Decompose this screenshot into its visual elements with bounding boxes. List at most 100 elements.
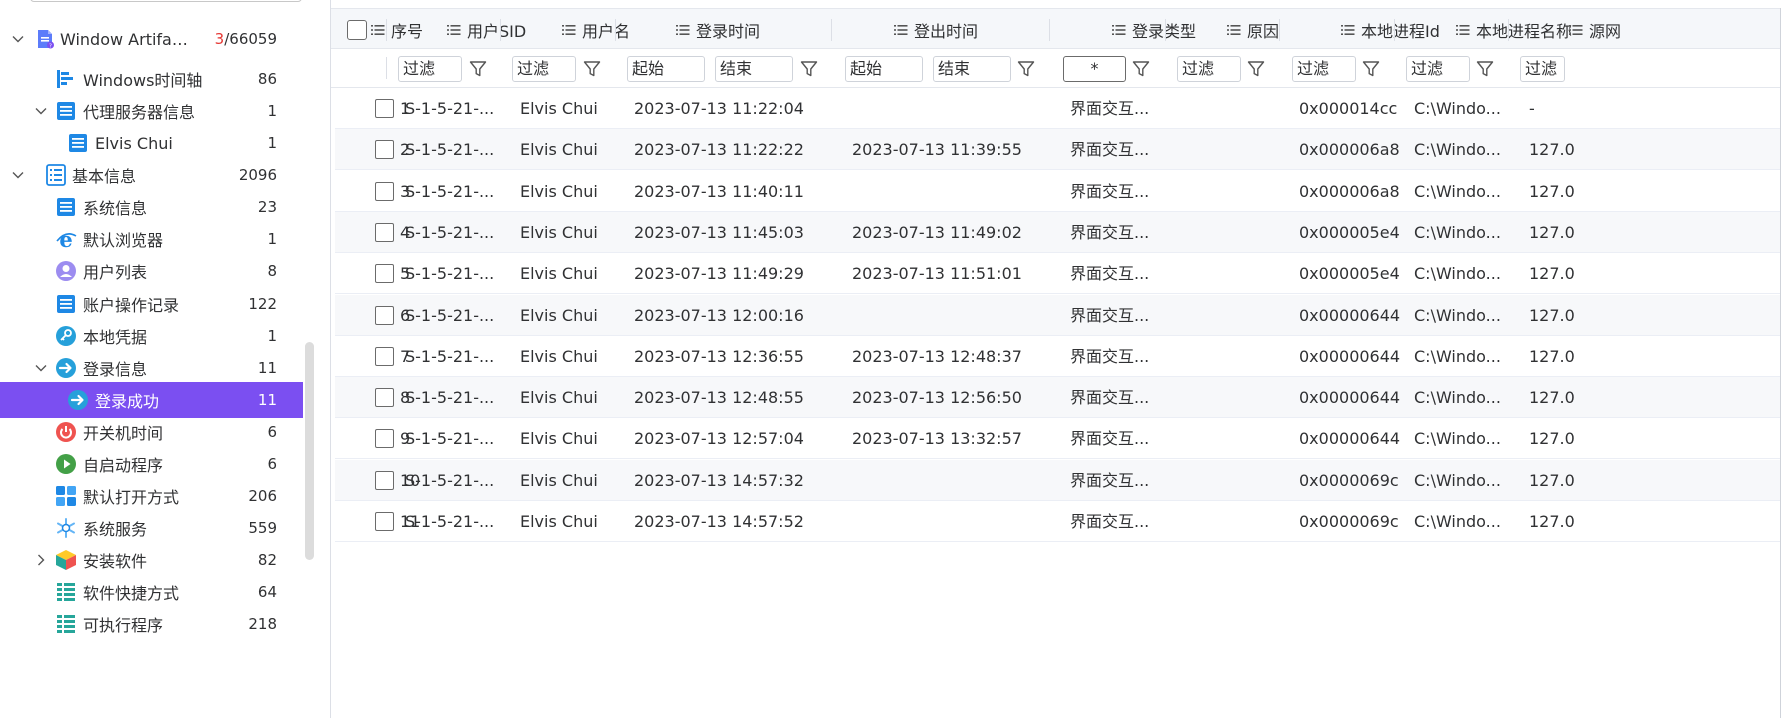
table-row[interactable]: 7 S-1-5-21-... Elvis Chui 2023-07-13 12:36:… [335,335,1781,377]
filter-input-reason[interactable]: 过滤 [1177,56,1241,82]
chevron-right-icon[interactable] [34,553,48,567]
table-row[interactable]: 11 S-1-5-21-... Elvis Chui 2023-07-13 14:57… [335,501,1781,542]
row-checkbox[interactable] [375,346,394,366]
column-menu-icon[interactable] [562,24,576,36]
chevron-down-icon[interactable] [11,168,25,182]
table-row[interactable]: 1 S-1-5-21-... Elvis Chui 2023-07-13 11:22:… [335,88,1781,129]
table-row[interactable]: 10 S-1-5-21-... Elvis Chui 2023-07-13 14:57… [335,459,1781,501]
row-checkbox[interactable] [375,429,394,449]
table-row[interactable]: 5 S-1-5-21-... Elvis Chui 2023-07-13 11:49:… [335,253,1781,295]
sidebar-item[interactable]: Windows时间轴 86 [0,61,303,97]
cell-sid: S-1-5-21-... [405,264,495,284]
column-resize-handle[interactable] [615,19,616,41]
row-checkbox[interactable] [375,512,394,531]
column-menu-icon[interactable] [1456,24,1470,36]
sidebar-item[interactable]: 登录成功 11 [0,382,303,418]
filter-funnel-icon[interactable] [1362,60,1380,78]
sidebar-search-box-edge[interactable] [30,0,302,2]
column-resize-handle[interactable] [1394,19,1395,41]
table-row[interactable]: 3 S-1-5-21-... Elvis Chui 2023-07-13 11:40:… [335,170,1781,212]
column-header-login[interactable]: 登录时间 [676,9,760,50]
column-resize-handle[interactable] [1508,19,1509,41]
column-resize-handle[interactable] [831,19,832,41]
sidebar-item[interactable]: 用户列表 8 [0,253,303,289]
sidebar-item[interactable]: 基本信息 2096 [0,157,303,193]
filter-funnel-icon[interactable] [1132,60,1150,78]
column-resize-handle[interactable] [386,19,387,41]
filter-input-sid[interactable]: 过滤 [398,56,462,82]
row-checkbox[interactable] [375,388,394,408]
row-checkbox[interactable] [375,140,394,160]
filter-input-pid[interactable]: 过滤 [1292,56,1356,82]
column-menu-icon[interactable] [894,24,908,36]
column-header-reason[interactable]: 原因 [1227,9,1279,50]
chevron-down-icon[interactable] [11,32,25,46]
column-header-logout[interactable]: 登出时间 [894,9,978,50]
filter-funnel-icon[interactable] [469,60,487,78]
column-header-user[interactable]: 用户名 [562,9,630,50]
sidebar-item[interactable]: ? Window Artifacts.... 3/66059 [0,21,303,57]
filter-funnel-icon[interactable] [800,60,818,78]
row-checkbox[interactable] [375,470,394,490]
column-resize-handle[interactable] [1279,19,1280,41]
column-header-pid[interactable]: 本地进程Id [1341,9,1440,50]
filter-input-logout-end[interactable]: 结束 [933,56,1011,82]
sidebar-item[interactable]: 默认打开方式 206 [0,478,303,514]
chevron-down-icon[interactable] [34,104,48,118]
column-menu-icon[interactable] [371,24,385,36]
sidebar-item-count: 1 [267,327,277,345]
filter-input-login-start[interactable]: 起始 [627,56,705,82]
filter-funnel-icon[interactable] [1017,60,1035,78]
filter-input-logout-start[interactable]: 起始 [845,56,923,82]
filter-input-src[interactable]: 过滤 [1520,56,1565,82]
filter-funnel-icon[interactable] [1247,60,1265,78]
sidebar-item[interactable]: 安装软件 82 [0,542,303,578]
column-menu-icon[interactable] [1341,24,1355,36]
row-checkbox[interactable] [375,222,394,242]
filter-funnel-icon[interactable] [583,60,601,78]
column-menu-icon[interactable] [1227,24,1241,36]
column-resize-handle[interactable] [1165,19,1166,41]
sidebar-item[interactable]: 账户操作记录 122 [0,286,303,322]
sidebar-item[interactable]: 系统信息 23 [0,189,303,225]
row-checkbox[interactable] [375,181,394,201]
table-row[interactable]: 2 S-1-5-21-... Elvis Chui 2023-07-13 11:22:… [335,129,1781,171]
column-header-sid[interactable]: 用户SID [447,9,526,50]
column-resize-handle[interactable] [500,19,501,41]
sidebar-item[interactable]: Elvis Chui 1 [0,125,303,161]
column-header-seq[interactable]: 序号 [331,9,423,50]
column-resize-handle[interactable] [1049,19,1050,41]
sidebar-scrollbar[interactable] [305,342,314,560]
row-checkbox[interactable] [375,264,394,284]
sidebar-item[interactable]: 系统服务 559 [0,510,303,546]
sidebar-item[interactable]: 软件快捷方式 64 [0,574,303,610]
column-menu-icon[interactable] [676,24,690,36]
chevron-down-icon[interactable] [34,361,48,375]
filter-input-user[interactable]: 过滤 [512,56,576,82]
row-checkbox[interactable] [375,99,394,118]
column-header-type[interactable]: 登录类型 [1112,9,1196,50]
table-row[interactable]: 6 S-1-5-21-... Elvis Chui 2023-07-13 12:00:… [335,294,1781,336]
sidebar-item[interactable]: 可执行程序 218 [0,606,303,642]
filter-funnel-icon[interactable] [1476,60,1494,78]
filter-input-login-end[interactable]: 结束 [715,56,793,82]
sidebar-item[interactable]: 代理服务器信息 1 [0,93,303,129]
table-row[interactable]: 9 S-1-5-21-... Elvis Chui 2023-07-13 12:57:… [335,418,1781,460]
column-menu-icon[interactable] [1569,24,1583,36]
column-header-pname[interactable]: 本地进程名称 [1456,9,1572,50]
table-row[interactable]: 4 S-1-5-21-... Elvis Chui 2023-07-13 11:45:… [335,211,1781,253]
sidebar-item[interactable]: e 默认浏览器 1 [0,221,303,257]
sidebar-item[interactable]: 开关机时间 6 [0,414,303,450]
column-header-src[interactable]: 源网 [1569,9,1621,50]
cell-pid: 0x000006a8 [1299,181,1400,201]
table-row[interactable]: 8 S-1-5-21-... Elvis Chui 2023-07-13 12:48:… [335,377,1781,419]
filter-input-pname[interactable]: 过滤 [1406,56,1470,82]
row-checkbox[interactable] [375,305,394,325]
sidebar-item[interactable]: 自启动程序 6 [0,446,303,482]
column-menu-icon[interactable] [1112,24,1126,36]
sidebar-item[interactable]: 本地凭据 1 [0,318,303,354]
sidebar-item[interactable]: 登录信息 11 [0,350,303,386]
column-menu-icon[interactable] [447,24,461,36]
filter-input-type[interactable]: * [1063,56,1126,82]
power-icon [55,421,77,443]
